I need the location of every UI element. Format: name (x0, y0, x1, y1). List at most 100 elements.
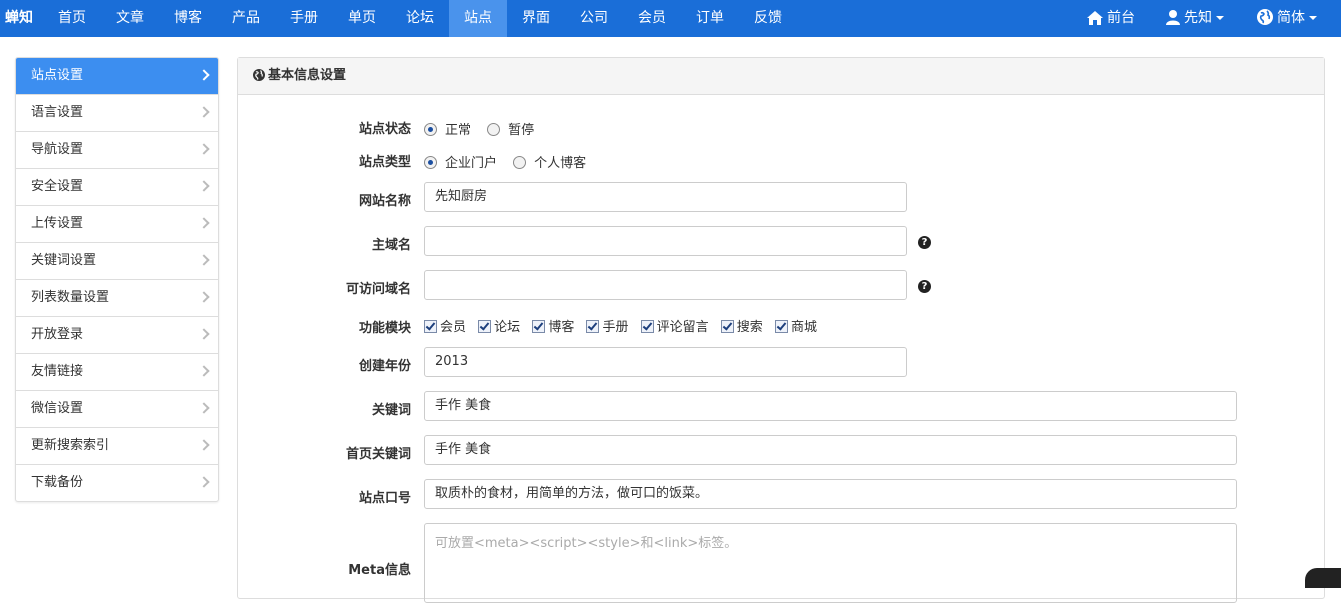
checkbox-checked[interactable] (720, 320, 734, 333)
option-label: 个人博客 (534, 156, 587, 171)
slogan-input[interactable]: 取质朴的食材，用简单的方法，做可口的饭菜。 (424, 479, 1237, 509)
module-member-checkbox[interactable]: 会员 (424, 316, 466, 335)
settings-sidebar: 站点设置 语言设置 导航设置 安全设置 上传设置 关键词设置 列表数量设置 开放… (15, 57, 219, 502)
radio-checked[interactable] (424, 156, 437, 169)
home-icon (1087, 11, 1103, 25)
sidebar-item-security[interactable]: 安全设置 (16, 168, 218, 205)
sidebar-item-label: 站点设置 (31, 68, 84, 83)
checkbox-checked[interactable] (586, 320, 600, 333)
nav-members[interactable]: 会员 (623, 0, 681, 37)
site-status-radios: 正常 暂停 (424, 119, 546, 138)
module-comment-checkbox[interactable]: 评论留言 (640, 316, 709, 335)
sidebar-item-label: 微信设置 (31, 401, 84, 416)
checkbox-checked[interactable] (532, 320, 546, 333)
nav-orders[interactable]: 订单 (681, 0, 739, 37)
chevron-down-icon (1309, 16, 1317, 20)
checkbox-label: 会员 (440, 320, 467, 335)
module-forum-checkbox[interactable]: 论坛 (478, 316, 520, 335)
brand-logo[interactable]: 蝉知 (5, 0, 33, 37)
language-menu[interactable]: 简体 (1257, 0, 1317, 37)
chevron-right-icon (198, 254, 210, 266)
chevron-right-icon (198, 291, 210, 303)
module-shop-checkbox[interactable]: 商城 (774, 316, 817, 335)
nav-products[interactable]: 产品 (217, 0, 275, 37)
top-navbar: 蝉知 首页 文章 博客 产品 手册 单页 论坛 站点 界面 公司 会员 订单 反… (0, 0, 1341, 37)
sidebar-item-open-login[interactable]: 开放登录 (16, 316, 218, 353)
chevron-right-icon (198, 439, 210, 451)
panel-heading: 基本信息设置 (238, 58, 1324, 95)
nav-site[interactable]: 站点 (449, 0, 507, 37)
alt-domain-input[interactable] (424, 270, 907, 300)
site-name-label: 网站名称 (358, 194, 411, 209)
sidebar-item-keywords[interactable]: 关键词设置 (16, 242, 218, 279)
sidebar-item-label: 上传设置 (31, 216, 84, 231)
sidebar-item-wechat[interactable]: 微信设置 (16, 390, 218, 427)
keywords-input[interactable]: 手作 美食 (424, 391, 1237, 421)
status-normal-option[interactable]: 正常 (424, 119, 471, 138)
meta-textarea[interactable]: 可放置<meta><script><style>和<link>标签。 (424, 523, 1237, 603)
type-portal-option[interactable]: 企业门户 (424, 152, 497, 171)
module-blog-checkbox[interactable]: 博客 (532, 316, 574, 335)
nav-ui[interactable]: 界面 (507, 0, 565, 37)
chevron-right-icon (198, 69, 210, 81)
question-icon[interactable]: ? (918, 236, 931, 249)
nav-articles[interactable]: 文章 (101, 0, 159, 37)
sidebar-item-navigation[interactable]: 导航设置 (16, 131, 218, 168)
sidebar-item-search-index[interactable]: 更新搜索索引 (16, 427, 218, 464)
nav-forum[interactable]: 论坛 (391, 0, 449, 37)
nav-feedback[interactable]: 反馈 (739, 0, 797, 37)
nav-pages[interactable]: 单页 (333, 0, 391, 37)
site-status-label: 站点状态 (358, 122, 411, 137)
checkbox-checked[interactable] (478, 320, 492, 333)
sidebar-item-backup[interactable]: 下载备份 (16, 464, 218, 501)
sidebar-item-label: 下载备份 (31, 475, 84, 490)
chevron-right-icon (198, 217, 210, 229)
year-input[interactable]: 2013 (424, 347, 907, 377)
language-label: 简体 (1277, 10, 1305, 26)
home-keywords-input[interactable]: 手作 美食 (424, 435, 1237, 465)
chevron-right-icon (198, 476, 210, 488)
nav-blog[interactable]: 博客 (159, 0, 217, 37)
chevron-right-icon (198, 180, 210, 192)
globe-icon (253, 69, 265, 81)
frontend-link[interactable]: 前台 (1087, 0, 1135, 37)
chevron-right-icon (198, 106, 210, 118)
option-label: 企业门户 (445, 156, 498, 171)
alt-domain-label: 可访问域名 (345, 282, 411, 297)
radio-unchecked[interactable] (513, 156, 527, 169)
sidebar-item-label: 语言设置 (31, 105, 84, 120)
sidebar-item-label: 关键词设置 (31, 253, 97, 268)
sidebar-item-list-count[interactable]: 列表数量设置 (16, 279, 218, 316)
slogan-label: 站点口号 (358, 491, 411, 506)
user-menu[interactable]: 先知 (1166, 0, 1224, 37)
option-label: 正常 (445, 123, 472, 138)
question-icon[interactable]: ? (918, 280, 931, 293)
main-domain-input[interactable] (424, 226, 907, 256)
checkbox-checked[interactable] (640, 320, 654, 333)
checkbox-checked[interactable] (774, 320, 788, 333)
corner-widget[interactable] (1305, 568, 1341, 588)
status-paused-option[interactable]: 暂停 (487, 119, 534, 138)
module-manual-checkbox[interactable]: 手册 (586, 316, 628, 335)
modules-checkboxes: 会员 论坛 博客 手册 评论留言 搜索 商城 (424, 316, 825, 335)
radio-unchecked[interactable] (487, 123, 501, 136)
main-domain-label: 主域名 (371, 238, 411, 253)
sidebar-item-language[interactable]: 语言设置 (16, 94, 218, 131)
type-blog-option[interactable]: 个人博客 (513, 152, 586, 171)
modules-label: 功能模块 (358, 321, 411, 336)
user-icon (1166, 10, 1180, 25)
sidebar-item-site-settings[interactable]: 站点设置 (16, 58, 218, 94)
module-search-checkbox[interactable]: 搜索 (720, 316, 763, 335)
checkbox-label: 商城 (790, 320, 817, 335)
nav-manual[interactable]: 手册 (275, 0, 333, 37)
radio-checked[interactable] (424, 123, 437, 136)
nav-home[interactable]: 首页 (43, 0, 101, 37)
nav-company[interactable]: 公司 (565, 0, 623, 37)
sidebar-item-label: 列表数量设置 (31, 290, 110, 305)
sidebar-item-label: 开放登录 (31, 327, 84, 342)
globe-icon (1257, 9, 1273, 25)
site-name-input[interactable]: 先知厨房 (424, 182, 907, 212)
sidebar-item-friend-links[interactable]: 友情链接 (16, 353, 218, 390)
checkbox-checked[interactable] (424, 320, 437, 333)
sidebar-item-upload[interactable]: 上传设置 (16, 205, 218, 242)
